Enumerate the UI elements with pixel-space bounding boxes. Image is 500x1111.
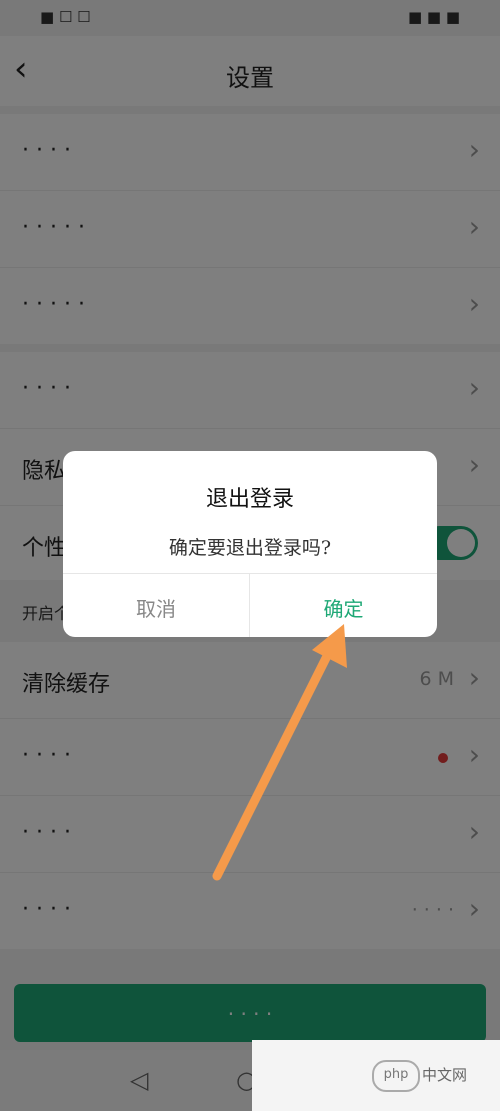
php-logo-text: php <box>383 1067 409 1082</box>
watermark: php 中文网 <box>252 1040 500 1111</box>
confirm-button-label: 确定 <box>323 597 364 621</box>
watermark-site-text: 中文网 <box>422 1066 468 1084</box>
php-logo: php <box>372 1060 420 1092</box>
logout-dialog: 退出登录 确定要退出登录吗? 取消 确定 <box>63 451 437 637</box>
confirm-button[interactable]: 确定 <box>250 573 437 637</box>
cancel-button[interactable]: 取消 <box>63 573 249 637</box>
dialog-message: 确定要退出登录吗? <box>168 537 332 559</box>
dialog-title: 退出登录 <box>205 487 294 512</box>
cancel-button-label: 取消 <box>136 597 176 621</box>
